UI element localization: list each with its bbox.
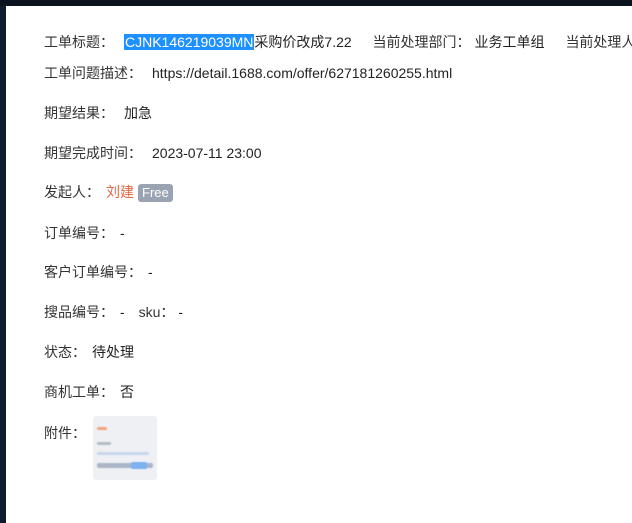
description-label: 工单问题描述： [44, 65, 142, 81]
status-label: 状态： [44, 344, 86, 360]
opportunity-label: 商机工单： [44, 384, 114, 400]
order-no-label: 订单编号： [44, 225, 114, 241]
ticket-title-text: 采购价改成7.22 [254, 34, 352, 50]
initiator-row: 发起人： 刘建 Free [44, 182, 173, 202]
handler-label: 当前处理人： [565, 34, 632, 50]
window-top-bar [0, 0, 632, 6]
window-left-edge [0, 6, 6, 523]
expected-result-value: 加急 [124, 105, 152, 121]
opportunity-row: 商机工单： 否 [44, 382, 134, 402]
attachment-label: 附件： [44, 425, 86, 441]
attachment-row: 附件： [44, 423, 86, 443]
expected-time-row: 期望完成时间： 2023-07-11 23:00 [44, 143, 262, 163]
product-no-row: 搜品编号： - sku： - [44, 302, 183, 322]
expected-time-label: 期望完成时间： [44, 145, 142, 161]
ticket-title-label: 工单标题： [44, 34, 114, 50]
initiator-label: 发起人： [44, 184, 100, 200]
initiator-name[interactable]: 刘建 [106, 184, 134, 200]
ticket-id-selected[interactable]: CJNK146219039MN [124, 34, 255, 50]
customer-order-no-row: 客户订单编号： - [44, 262, 153, 282]
sku-label: sku： [138, 304, 175, 320]
dept-value: 业务工单组 [474, 34, 545, 50]
dept-label: 当前处理部门： [372, 34, 471, 50]
ticket-title-row: 工单标题： CJNK146219039MN采购价改成7.22 当前处理部门： 业务工… [44, 32, 632, 52]
status-row: 状态： 待处理 [44, 342, 134, 362]
status-value: 待处理 [92, 344, 134, 360]
expected-time-value: 2023-07-11 23:00 [152, 145, 262, 161]
initiator-badge: Free [138, 184, 173, 202]
description-row: 工单问题描述： https://detail.1688.com/offer/627… [44, 63, 452, 83]
description-link[interactable]: https://detail.1688.com/offer/6271812602… [152, 65, 452, 81]
opportunity-value: 否 [120, 384, 134, 400]
sku-value: - [178, 304, 184, 320]
attachment-thumbnail[interactable] [93, 416, 157, 480]
product-no-label: 搜品编号： [44, 304, 114, 320]
product-no-value: - [120, 304, 125, 320]
order-no-row: 订单编号： - [44, 223, 125, 243]
expected-result-label: 期望结果： [44, 105, 114, 121]
expected-result-row: 期望结果： 加急 [44, 103, 152, 123]
customer-order-no-value: - [148, 264, 153, 280]
customer-order-no-label: 客户订单编号： [44, 264, 142, 280]
order-no-value: - [120, 225, 125, 241]
